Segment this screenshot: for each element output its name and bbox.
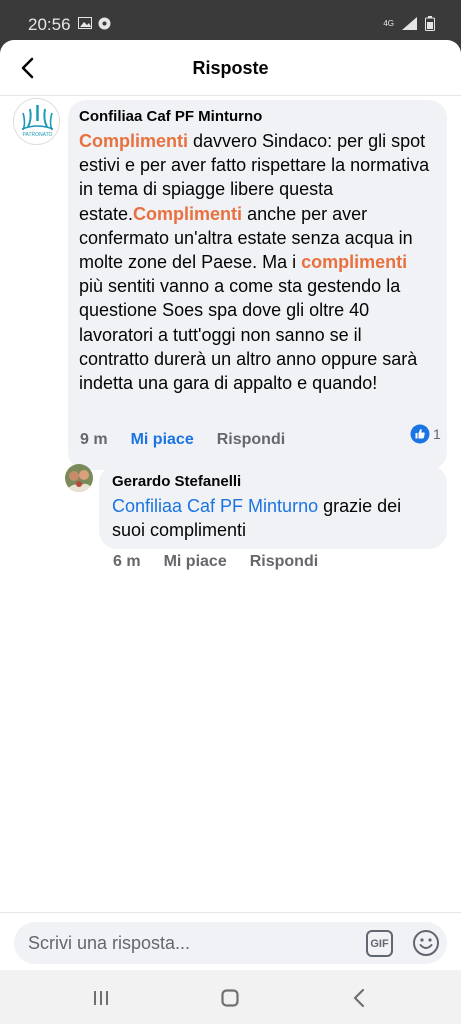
comment-segment: Complimenti bbox=[79, 131, 189, 151]
network-label: 4G bbox=[383, 19, 394, 28]
system-nav-bar bbox=[0, 970, 461, 1024]
home-button[interactable] bbox=[217, 985, 243, 1011]
status-bar: 20:56 4G bbox=[0, 0, 461, 40]
reply-like-button[interactable]: Mi piace bbox=[164, 553, 227, 571]
system-back-button[interactable] bbox=[346, 985, 372, 1011]
profile-photo-icon bbox=[65, 464, 93, 492]
reply-text: Confiliaa Caf PF Minturno grazie dei suo… bbox=[112, 494, 435, 542]
patronato-logo-icon: PATRONATO bbox=[14, 99, 59, 144]
status-system-icons: 4G bbox=[383, 16, 435, 31]
home-icon bbox=[221, 989, 239, 1007]
reaction-count[interactable]: 1 bbox=[410, 424, 441, 444]
comment-time: 9 m bbox=[80, 431, 108, 448]
avatar-gerardo[interactable] bbox=[65, 464, 93, 492]
comment-author[interactable]: Confiliaa Caf PF Minturno bbox=[79, 108, 435, 125]
reply-bubble: Gerardo Stefanelli Confiliaa Caf PF Mint… bbox=[99, 465, 447, 549]
page-title: Risposte bbox=[192, 58, 269, 78]
reply-actions: 6 m Mi piace Rispondi bbox=[113, 553, 341, 571]
avatar-logo-text: PATRONATO bbox=[23, 132, 53, 138]
reply-reply-button[interactable]: Rispondi bbox=[250, 553, 318, 571]
comment-actions: 9 m Mi piace Rispondi bbox=[80, 431, 308, 449]
reaction-number: 1 bbox=[433, 426, 441, 442]
comment-like-button[interactable]: Mi piace bbox=[131, 431, 194, 449]
comment-reply-button[interactable]: Rispondi bbox=[217, 431, 285, 449]
recent-apps-icon bbox=[94, 991, 108, 1005]
comment-segment: più sentiti vanno a come sta gestendo la… bbox=[79, 276, 418, 394]
system-back-icon bbox=[353, 988, 365, 1008]
replies-sheet: Risposte PATRONATO Confiliaa Caf PF Mint… bbox=[0, 40, 461, 970]
comment-text: Complimenti davvero Sindaco: per gli spo… bbox=[79, 129, 435, 395]
header: Risposte bbox=[0, 40, 461, 96]
reply-author[interactable]: Gerardo Stefanelli bbox=[112, 473, 435, 490]
status-time: 20:56 bbox=[28, 15, 71, 34]
comment-segment: complimenti bbox=[301, 252, 408, 273]
football-icon bbox=[98, 17, 111, 30]
gallery-icon bbox=[78, 17, 92, 29]
status-notification-icons bbox=[78, 17, 111, 30]
reply-time: 6 m bbox=[113, 553, 141, 570]
thumbs-up-icon bbox=[410, 424, 430, 444]
comment-segment: Complimenti bbox=[133, 203, 243, 224]
signal-icon bbox=[402, 17, 417, 30]
reply-composer: GIF bbox=[0, 912, 461, 970]
comment-bubble: Confiliaa Caf PF Minturno Complimenti da… bbox=[68, 100, 447, 470]
recent-apps-button[interactable] bbox=[88, 985, 114, 1011]
gif-button[interactable]: GIF bbox=[366, 930, 393, 957]
emoji-icon[interactable] bbox=[412, 929, 440, 957]
battery-icon bbox=[425, 16, 435, 31]
reply-mention-link[interactable]: Confiliaa Caf PF Minturno bbox=[112, 496, 318, 516]
avatar-confiliaa[interactable]: PATRONATO bbox=[13, 98, 60, 145]
